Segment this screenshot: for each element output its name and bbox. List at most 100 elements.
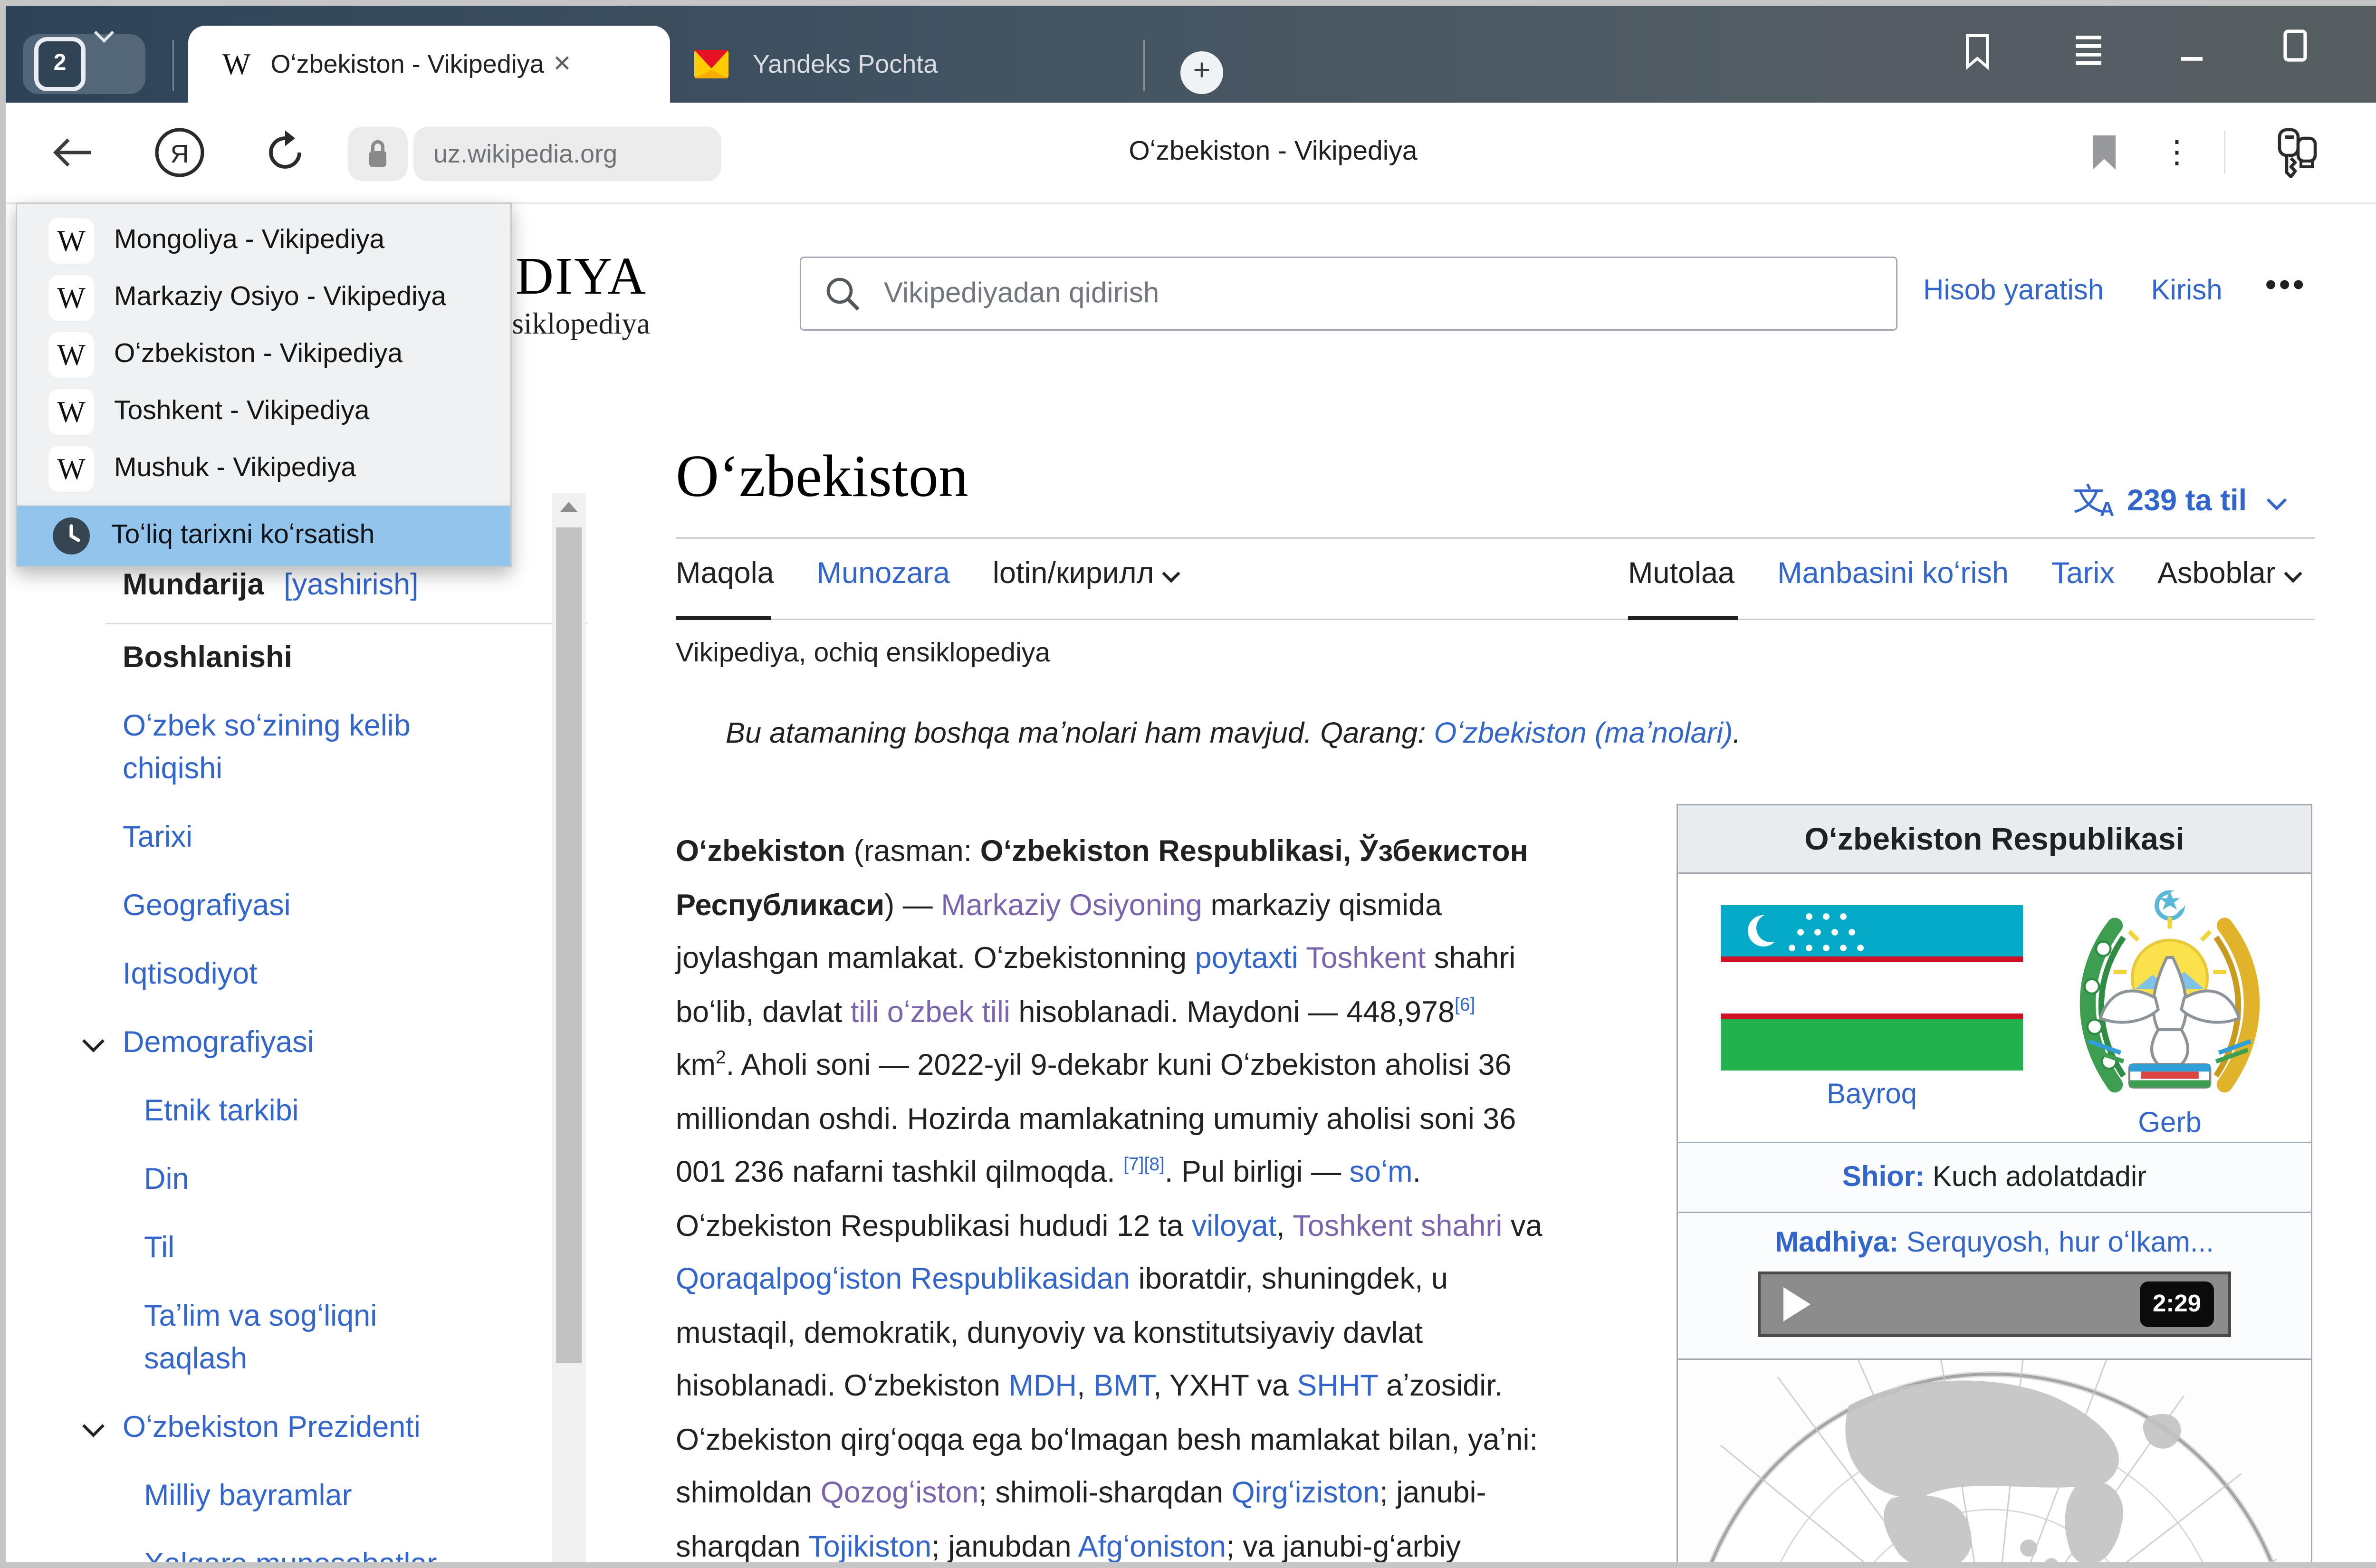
site-security-badge[interactable] — [348, 127, 408, 181]
toc-item-o-zbekiston-prezidenti[interactable]: Oʻzbekiston Prezidenti — [91, 1407, 479, 1450]
tabbar-separator — [1143, 40, 1145, 91]
article-link[interactable]: Tojikiston — [808, 1530, 931, 1563]
chevron-down-icon[interactable] — [82, 1415, 105, 1437]
play-icon[interactable] — [1783, 1287, 1811, 1321]
history-item[interactable]: WToshkent - Vikipediya — [17, 383, 510, 440]
history-show-all-item[interactable]: Toʻliq tarixni koʻrsatish — [17, 506, 510, 566]
yandex-home-button[interactable]: Я — [151, 103, 208, 202]
article-link[interactable]: MDH — [1008, 1370, 1076, 1403]
toc-item-xalqaro-munosabatlar[interactable]: Xalqaro munosabatlar — [113, 1544, 479, 1562]
toc-header: Mundarija [yashirish] — [123, 569, 419, 603]
chevron-down-icon — [1163, 564, 1181, 583]
language-selector[interactable]: 文A 239 ta til — [2073, 475, 2284, 520]
search-input[interactable] — [881, 276, 1799, 312]
history-item-label: Mushuk - Vikipediya — [114, 453, 356, 485]
toc-scrollbar[interactable] — [552, 493, 586, 1562]
address-bar[interactable]: uz.wikipedia.org — [413, 127, 721, 181]
toc-item-tarixi[interactable]: Tarixi — [91, 817, 479, 860]
tab-group-count-badge[interactable]: 2 — [34, 37, 86, 91]
motto-label-link[interactable]: Shior: — [1842, 1162, 1925, 1193]
article-link[interactable]: viloyat — [1192, 1210, 1277, 1243]
add-bookmark-button[interactable] — [2084, 103, 2124, 202]
audio-player[interactable]: 2:29 — [1758, 1272, 2231, 1337]
maximize-icon[interactable] — [2281, 29, 2309, 63]
login-link[interactable]: Kirish — [2151, 275, 2223, 306]
flag-figure[interactable]: Bayroq — [1721, 905, 2023, 1112]
tab-lotin-[interactable]: lotin/кирилл — [993, 557, 1178, 592]
namespace-tabs: Maqola Munozara lotin/кирилл — [676, 557, 1178, 592]
history-item[interactable]: WMushuk - Vikipediya — [17, 440, 510, 497]
article-text-line: Oʻzbekiston qirgʻoqqa ega boʻlmagan besh… — [676, 1414, 1659, 1467]
tab-group-chip[interactable]: 2 — [23, 34, 145, 94]
minimize-icon[interactable] — [2178, 37, 2207, 66]
anthem-title-link[interactable]: Serquyosh, hur oʻlkam... — [1907, 1227, 2214, 1259]
chevron-down-icon[interactable] — [82, 1030, 105, 1052]
toc-item-til[interactable]: Til — [113, 1227, 479, 1270]
view-tarix[interactable]: Tarix — [2051, 557, 2115, 592]
article-link[interactable]: soʻm — [1350, 1156, 1413, 1189]
toolbar-more-menu[interactable]: ⋮ — [2158, 103, 2195, 202]
article-link[interactable]: poytaxti — [1195, 942, 1298, 975]
refresh-button[interactable] — [257, 103, 314, 202]
tab-maqola[interactable]: Maqola — [676, 557, 774, 592]
close-icon[interactable]: ✕ — [553, 50, 572, 78]
tab-title: Yandeks Pochta — [753, 49, 938, 79]
article-link[interactable]: Toshkent shahri — [1293, 1210, 1502, 1243]
article-link[interactable]: tili oʻzbek tili — [851, 996, 1010, 1029]
history-item[interactable]: WOʻzbekiston - Vikipediya — [17, 326, 510, 383]
motto-text: Kuch adolatdadir — [1933, 1162, 2146, 1193]
history-item[interactable]: WMongoliya - Vikipediya — [17, 212, 510, 269]
wikipedia-w-icon: W — [222, 47, 250, 82]
emblem-figure[interactable]: Gerb — [2063, 885, 2277, 1140]
toc-item-geografiyasi[interactable]: Geografiyasi — [91, 885, 479, 928]
chevron-down-icon — [2266, 490, 2286, 510]
browser-window: 2 W Oʻzbekiston - Vikipediya ✕ Yandeks P… — [6, 6, 2376, 1562]
emblem-banner — [2129, 1064, 2210, 1088]
password-manager-button[interactable] — [2267, 103, 2329, 202]
article-link[interactable]: Qozogʻiston — [821, 1477, 979, 1510]
article-link[interactable]: Markaziy Osiyoning — [941, 889, 1202, 922]
locator-globe-map — [1678, 1360, 2311, 1562]
uzbekistan-flag — [1721, 905, 2023, 1071]
flag-caption-link[interactable]: Bayroq — [1721, 1079, 2023, 1112]
article-link[interactable]: Qirgʻiziston — [1232, 1477, 1380, 1510]
wiki-search-box[interactable] — [800, 257, 1897, 331]
view-mutolaa[interactable]: Mutolaa — [1628, 557, 1734, 592]
create-account-link[interactable]: Hisob yaratish — [1923, 275, 2104, 306]
article-link[interactable]: Oʻzbekiston (maʼnolari) — [1434, 717, 1733, 750]
anthem-label-link[interactable]: Madhiya: — [1775, 1227, 1898, 1259]
history-item[interactable]: WMarkaziy Osiyo - Vikipediya — [17, 269, 510, 326]
active-view-underline — [1628, 616, 1738, 620]
back-button[interactable] — [46, 103, 100, 202]
toc-item-etnik-tarkibi[interactable]: Etnik tarkibi — [113, 1090, 479, 1133]
scroll-up-icon[interactable] — [560, 502, 577, 512]
toc-item-demografiyasi[interactable]: Demografiyasi — [91, 1022, 479, 1065]
tab-ozbekiston[interactable]: W Oʻzbekiston - Vikipediya ✕ — [188, 26, 670, 103]
toc-item-din[interactable]: Din — [113, 1159, 479, 1202]
toc-item-milliy-bayramlar[interactable]: Milliy bayramlar — [113, 1475, 479, 1518]
article-link[interactable]: Qoraqalpogʻiston Respublikasidan — [676, 1263, 1130, 1296]
article-link[interactable]: SHHT — [1297, 1370, 1378, 1403]
menu-icon[interactable] — [2073, 34, 2104, 68]
toc-item-iqtisodiyot[interactable]: Iqtisodiyot — [91, 954, 479, 996]
article-link[interactable]: BMT — [1093, 1370, 1153, 1403]
toc-scrollbar-thumb[interactable] — [556, 527, 582, 1363]
article-text-line: milliondan oshdi. Hozirda mamlakatning u… — [676, 1093, 1659, 1147]
bookmarks-panel-icon[interactable] — [1962, 31, 1993, 71]
article-link[interactable]: Toshkent — [1306, 942, 1426, 975]
toc-item-o-zbek-so-zining-kelib-chiqishi[interactable]: Oʻzbek soʻzining kelib chiqishi — [91, 706, 479, 791]
article-link[interactable]: [7][8] — [1123, 1153, 1165, 1175]
emblem-caption-link[interactable]: Gerb — [2063, 1108, 2277, 1140]
tab-yandeks-pochta[interactable]: Yandeks Pochta — [693, 26, 1135, 103]
article-link[interactable]: [6] — [1455, 993, 1475, 1014]
new-tab-button[interactable]: + — [1180, 51, 1223, 94]
personal-tools-menu[interactable]: ••• — [2265, 267, 2307, 304]
article-text-line: joylashgan mamlakat. Oʻzbekistonning poy… — [676, 932, 1659, 986]
article-link[interactable]: Afgʻoniston — [1078, 1530, 1226, 1563]
view-asboblar[interactable]: Asboblar — [2157, 557, 2300, 592]
toc-hide-link[interactable]: [yashirish] — [284, 569, 419, 602]
view-manbasini-ko-rish[interactable]: Manbasini koʻrish — [1777, 557, 2009, 592]
toc-item-ta-lim-va-sog-liqni-saqlash[interactable]: Taʼlim va sogʻliqni saqlash — [113, 1296, 479, 1381]
tab-munozara[interactable]: Munozara — [817, 557, 950, 592]
toc-item-boshlanishi[interactable]: Boshlanishi — [91, 637, 479, 680]
